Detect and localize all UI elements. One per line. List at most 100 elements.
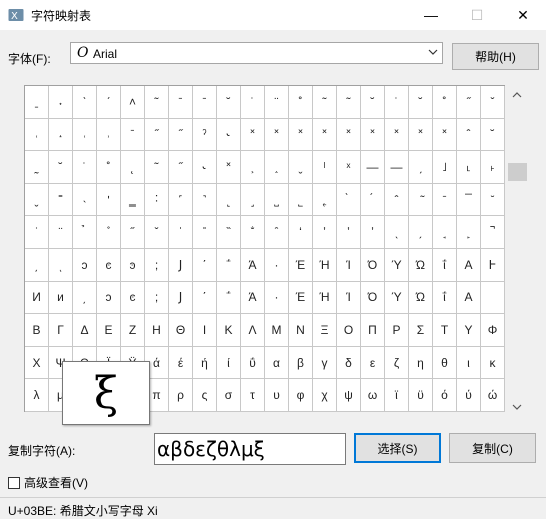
char-cell[interactable]: Ώ — [409, 281, 433, 315]
char-cell[interactable]: ˔ — [49, 118, 73, 152]
char-cell[interactable]: χ — [313, 379, 337, 412]
char-cell[interactable]: ˡ — [313, 151, 337, 184]
char-cell[interactable]: ˟ — [337, 118, 361, 152]
char-cell[interactable]: Π — [361, 314, 385, 347]
char-cell[interactable]: ˰ — [265, 151, 289, 184]
char-cell[interactable]: ʹ — [97, 183, 121, 217]
char-cell[interactable] — [481, 281, 505, 315]
char-cell[interactable]: ͺ — [49, 248, 73, 282]
char-cell[interactable]: ; — [145, 248, 169, 282]
copy-characters-input[interactable]: αβδεζθλμξ — [154, 433, 346, 465]
char-cell[interactable]: ˊ — [97, 86, 121, 119]
char-cell[interactable]: ψ — [337, 379, 361, 412]
char-cell[interactable]: ˪ — [457, 151, 481, 184]
char-cell[interactable]: Ί — [337, 248, 361, 282]
char-cell[interactable]: Μ — [265, 314, 289, 347]
char-cell[interactable]: Η — [145, 314, 169, 347]
char-cell[interactable]: ˉ — [121, 118, 145, 152]
char-cell[interactable]: ˉ — [193, 86, 217, 119]
char-cell[interactable]: ΅ — [217, 281, 241, 315]
char-cell[interactable]: Ͱ — [481, 248, 505, 282]
char-cell[interactable]: ˇ — [481, 86, 505, 119]
char-cell[interactable]: Ή — [313, 281, 337, 315]
char-cell[interactable]: и — [49, 281, 73, 315]
maximize-button[interactable]: ☐ — [454, 0, 500, 30]
char-cell[interactable]: ˝ — [457, 86, 481, 119]
char-cell[interactable]: ˟ — [241, 118, 265, 152]
char-cell[interactable]: ͼ — [121, 281, 145, 315]
char-cell[interactable]: ̈ — [49, 216, 73, 249]
char-cell[interactable]: ˓ — [25, 118, 49, 152]
char-cell[interactable]: Ρ — [385, 314, 409, 347]
char-cell[interactable]: Δ — [73, 314, 97, 347]
char-cell[interactable]: ˟ — [289, 118, 313, 152]
char-cell[interactable]: ̃ — [409, 183, 433, 217]
char-cell[interactable]: ˜ — [337, 86, 361, 119]
char-cell[interactable]: δ — [337, 346, 361, 380]
char-cell[interactable]: ͻ — [97, 281, 121, 315]
char-cell[interactable]: ͻ — [73, 248, 97, 282]
char-cell[interactable]: Ζ — [121, 314, 145, 347]
char-cell[interactable]: ͵ — [25, 248, 49, 282]
char-cell[interactable]: ̊ — [97, 216, 121, 249]
grid-scrollbar[interactable] — [506, 85, 528, 412]
char-cell[interactable]: ̑ — [265, 216, 289, 249]
char-cell[interactable]: ˜ — [145, 151, 169, 184]
char-cell[interactable]: ˟ — [313, 118, 337, 152]
char-cell[interactable]: θ — [433, 346, 457, 380]
char-cell[interactable]: ˙ — [385, 86, 409, 119]
char-cell[interactable]: ̚ — [481, 216, 505, 249]
char-cell[interactable]: Α — [457, 281, 481, 315]
char-cell[interactable]: ˚ — [433, 86, 457, 119]
char-cell[interactable]: ˆ — [457, 118, 481, 152]
char-cell[interactable]: Ϳ — [169, 248, 193, 282]
char-cell[interactable]: ˙ — [73, 151, 97, 184]
char-cell[interactable]: ˽ — [265, 183, 289, 217]
char-cell[interactable]: ̆ — [481, 183, 505, 217]
char-cell[interactable]: ˭ — [49, 183, 73, 217]
char-cell[interactable]: ΅ — [217, 248, 241, 282]
char-cell[interactable]: ̋ — [121, 216, 145, 249]
char-cell[interactable]: · — [265, 281, 289, 315]
char-cell[interactable]: ΄ — [193, 281, 217, 315]
advanced-view-toggle[interactable]: 高级查看(V) — [8, 474, 88, 491]
char-cell[interactable]: ͽ — [121, 248, 145, 282]
char-cell[interactable]: ͼ — [97, 248, 121, 282]
char-cell[interactable]: ˞ — [217, 118, 241, 152]
char-cell[interactable]: ϊ — [385, 379, 409, 412]
char-cell[interactable]: ˀ — [193, 118, 217, 152]
char-cell[interactable]: ˍ — [25, 86, 49, 119]
char-cell[interactable]: Ά — [241, 281, 265, 315]
char-cell[interactable]: ˚ — [97, 151, 121, 184]
char-cell[interactable]: ˝ — [145, 118, 169, 152]
char-cell[interactable]: Ί — [337, 281, 361, 315]
char-cell[interactable]: ̓ — [313, 216, 337, 249]
char-cell[interactable]: ˲ — [241, 151, 265, 184]
char-cell[interactable]: ˄ — [121, 86, 145, 119]
char-cell[interactable]: ˙ — [241, 86, 265, 119]
char-cell[interactable]: Φ — [481, 314, 505, 347]
char-cell[interactable]: ˬ — [25, 183, 49, 217]
char-cell[interactable]: ˟ — [433, 118, 457, 152]
char-cell[interactable]: ˿ — [313, 183, 337, 217]
char-cell[interactable]: Ή — [313, 248, 337, 282]
char-cell[interactable]: ˘ — [361, 86, 385, 119]
char-cell[interactable]: ˘ — [409, 86, 433, 119]
char-cell[interactable]: ι — [457, 346, 481, 380]
char-cell[interactable]: ρ — [169, 379, 193, 412]
char-cell[interactable]: ̌ — [145, 216, 169, 249]
char-cell[interactable]: ˟ — [385, 118, 409, 152]
char-cell[interactable]: Ύ — [385, 248, 409, 282]
char-cell[interactable]: ˴ — [73, 183, 97, 217]
minimize-button[interactable]: — — [408, 0, 454, 30]
char-cell[interactable]: ˏ — [409, 151, 433, 184]
char-cell[interactable]: Ξ — [313, 314, 337, 347]
char-cell[interactable]: ω — [361, 379, 385, 412]
char-cell[interactable]: Κ — [217, 314, 241, 347]
char-cell[interactable]: γ — [313, 346, 337, 380]
char-cell[interactable]: ̖ — [385, 216, 409, 249]
char-cell[interactable]: ̍ — [169, 216, 193, 249]
char-cell[interactable]: ˘ — [217, 86, 241, 119]
font-dropdown[interactable]: O Arial — [70, 42, 443, 64]
char-cell[interactable]: Ο — [337, 314, 361, 347]
